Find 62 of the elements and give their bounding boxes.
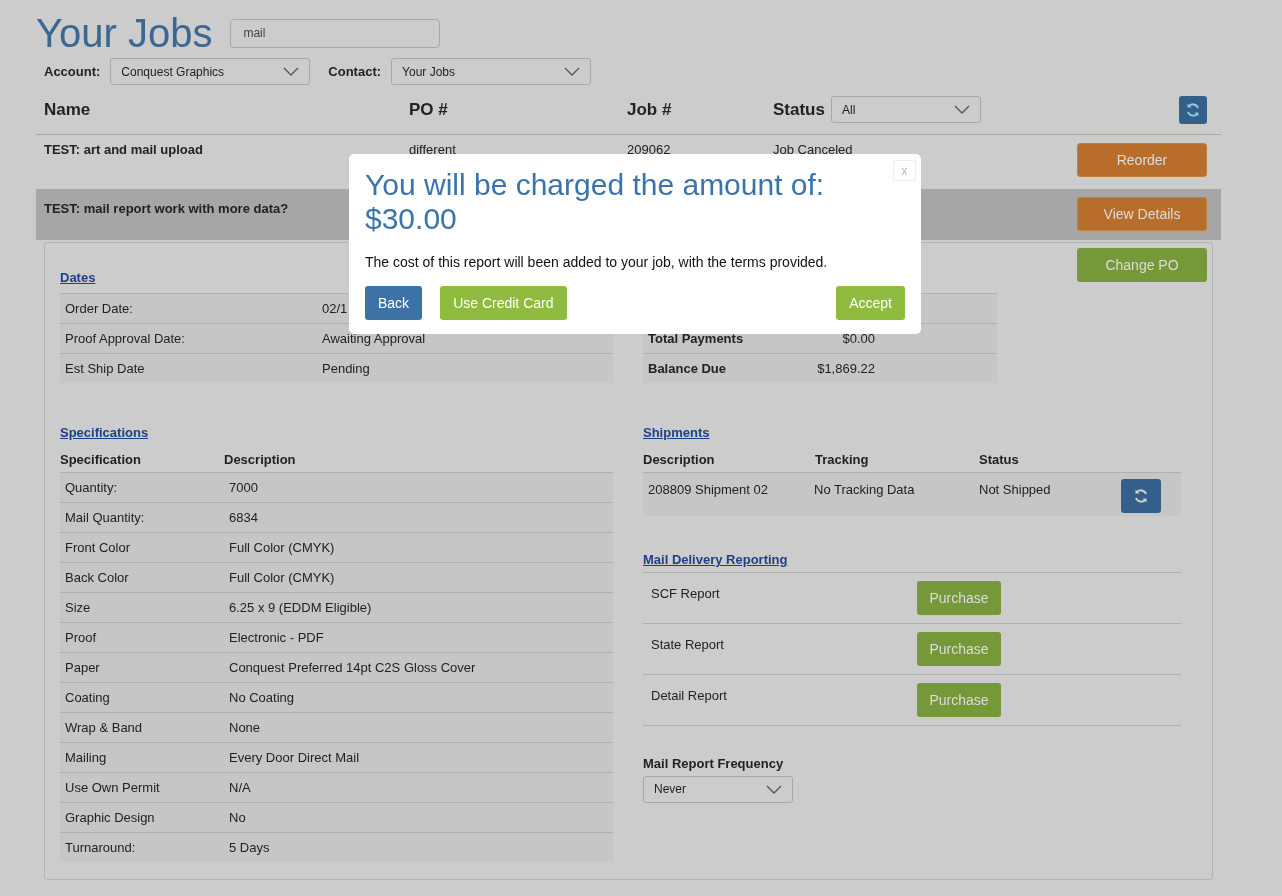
spec-label: Mail Quantity:: [64, 508, 146, 527]
spec-label: Paper: [64, 658, 101, 677]
shipment-status: Not Shipped: [979, 481, 1052, 499]
report-name: State Report: [650, 636, 725, 654]
spec-value: 5 Days: [229, 838, 270, 857]
cost-label: Total Payments: [647, 329, 745, 348]
job-status: Job Canceled: [773, 141, 853, 159]
job-name: TEST: mail report work with more data?: [44, 200, 290, 218]
po-number: different: [409, 141, 457, 159]
date-value: Awaiting Approval: [322, 329, 426, 348]
column-header: Description: [643, 450, 716, 469]
filter-label: Contact:: [328, 62, 382, 81]
spec-value: Electronic - PDF: [229, 628, 324, 647]
spec-value: Full Color (CMYK): [229, 538, 335, 557]
shipment-description: 208809 Shipment 02: [647, 481, 769, 499]
spec-label: Mailing: [64, 748, 108, 767]
column-header: Tracking: [815, 450, 870, 469]
spec-value: No Coating: [229, 688, 295, 707]
cost-value: $1,869.22: [816, 359, 875, 378]
spec-value: Full Color (CMYK): [229, 568, 335, 587]
spec-label: Use Own Permit: [64, 778, 161, 797]
spec-label: Size: [64, 598, 92, 617]
cost-label: Balance Due: [647, 359, 728, 378]
column-header: Specification: [60, 450, 142, 469]
job-number: 209062: [627, 141, 672, 159]
spec-label: Proof: [64, 628, 98, 647]
column-header: Name: [44, 98, 92, 121]
dialog-title: You will be charged the amount of: $30.00: [365, 168, 826, 236]
spec-value: 6834: [229, 508, 258, 527]
spec-value: 6.25 x 9 (EDDM Eligible): [229, 598, 372, 617]
date-value: 02/1: [322, 299, 348, 318]
dialog-message: The cost of this report will been added to your job, with the terms provided.: [365, 253, 829, 272]
page-title: Your Jobs: [36, 10, 213, 56]
filter-label: Account:: [44, 62, 101, 81]
report-name: SCF Report: [650, 585, 721, 603]
shipment-tracking: No Tracking Data: [814, 481, 916, 499]
spec-value: 7000: [229, 478, 258, 497]
spec-label: Quantity:: [64, 478, 119, 497]
spec-value: None: [229, 718, 261, 737]
date-label: Order Date:: [64, 299, 134, 318]
cost-value: $0.00: [841, 329, 875, 348]
spec-label: Coating: [64, 688, 111, 707]
column-header: Description: [224, 450, 296, 469]
spec-value: Every Door Direct Mail: [229, 748, 360, 767]
spec-label: Turnaround:: [64, 838, 137, 857]
date-label: Proof Approval Date:: [64, 329, 186, 348]
column-header: PO #: [409, 98, 449, 121]
date-value: Pending: [322, 359, 370, 378]
spec-value: No: [229, 808, 246, 827]
column-header: Status: [979, 450, 1019, 469]
column-header: Job #: [627, 98, 673, 121]
spec-label: Graphic Design: [64, 808, 156, 827]
spec-value: N/A: [229, 778, 251, 797]
job-name: TEST: art and mail upload: [44, 141, 204, 159]
frequency-label: Mail Report Frequency: [643, 755, 785, 773]
column-header: Status: [773, 98, 825, 121]
spec-label: Back Color: [64, 568, 130, 587]
spec-value: Conquest Preferred 14pt C2S Gloss Cover: [229, 658, 476, 677]
spec-label: Wrap & Band: [64, 718, 144, 737]
report-name: Detail Report: [650, 687, 728, 705]
spec-label: Front Color: [64, 538, 132, 557]
date-label: Est Ship Date: [64, 359, 146, 378]
